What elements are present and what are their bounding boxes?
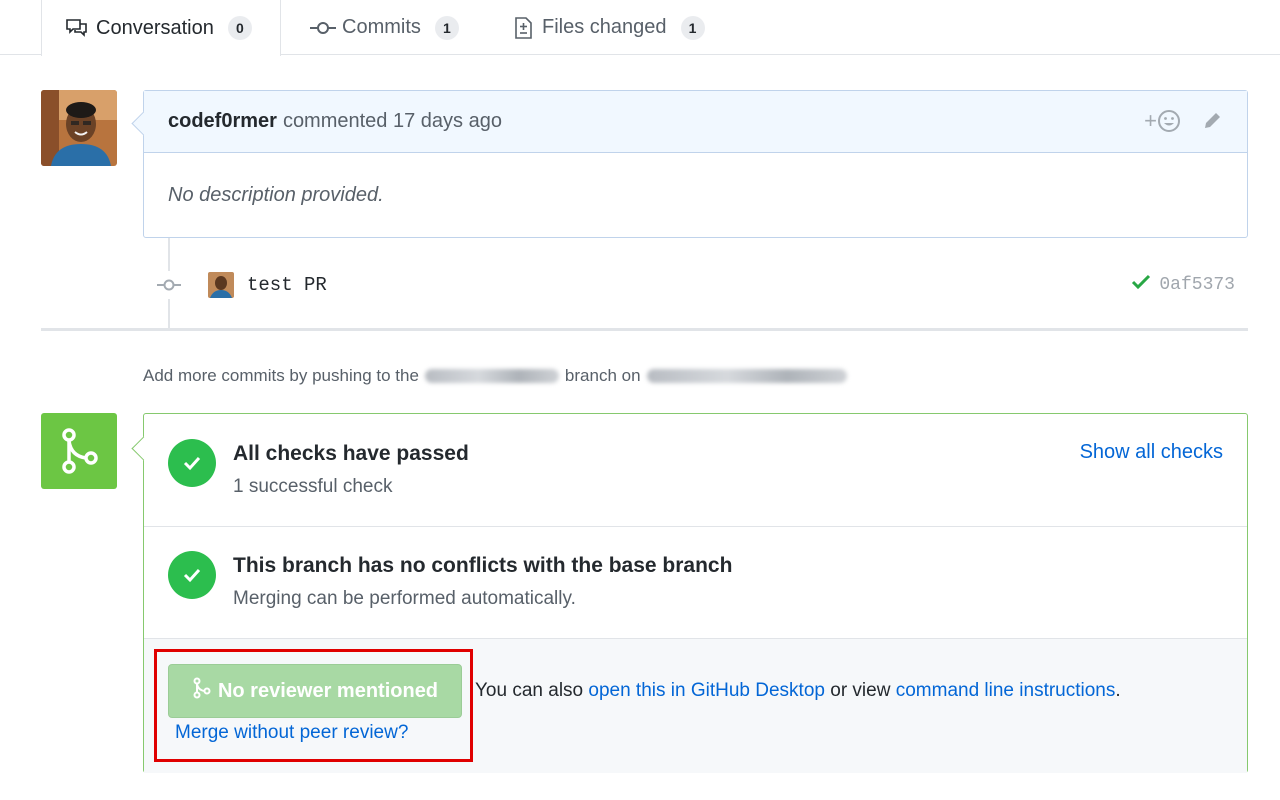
pr-tabs: Conversation 0 Commits 1 Files changed 1: [0, 0, 1280, 56]
check-circle-icon: [168, 439, 216, 487]
avatar[interactable]: [41, 90, 117, 166]
also-prefix: You can also: [475, 680, 584, 701]
diff-icon: [510, 16, 536, 39]
highlight-box: [154, 649, 473, 762]
commit-author-avatar[interactable]: [208, 272, 234, 298]
push-note-middle: branch on: [564, 366, 641, 385]
comment-header: codef0rmer commented 17 days ago +: [144, 91, 1247, 153]
command-line-instructions-link[interactable]: command line instructions: [896, 680, 1116, 701]
timeline-divider: [41, 328, 1248, 331]
comment-timestamp: commented 17 days ago: [282, 110, 502, 132]
tab-files-changed-count: 1: [680, 15, 705, 40]
checks-subtitle: 1 successful check: [233, 476, 393, 497]
conflicts-section: This branch has no conflicts with the ba…: [144, 527, 1247, 639]
checks-title: All checks have passed: [233, 442, 469, 465]
tab-commits[interactable]: Commits 1: [310, 0, 459, 55]
redacted-branch-name: [424, 369, 559, 383]
check-icon[interactable]: [1131, 273, 1151, 297]
redacted-repo-name: [646, 369, 847, 383]
push-note: Add more commits by pushing to the branc…: [143, 366, 853, 386]
period: .: [1115, 680, 1121, 701]
commit-sha-group: 0af5373: [1131, 273, 1235, 297]
comment-author[interactable]: codef0rmer: [168, 110, 277, 133]
commit-sha[interactable]: 0af5373: [1159, 275, 1235, 295]
merge-box: All checks have passed 1 successful chec…: [143, 413, 1248, 773]
comment-actions: +: [1144, 108, 1223, 134]
commit-row: test PR 0af5373: [155, 268, 1240, 302]
merge-status-icon: [41, 413, 117, 489]
tab-conversation[interactable]: Conversation 0: [41, 0, 281, 56]
tab-commits-count: 1: [434, 15, 459, 40]
check-circle-icon: [168, 551, 216, 599]
git-commit-icon: [155, 271, 183, 299]
push-note-prefix: Add more commits by pushing to the: [143, 366, 419, 385]
pr-description-comment: codef0rmer commented 17 days ago + No de…: [143, 90, 1248, 238]
checks-section: All checks have passed 1 successful chec…: [144, 414, 1247, 527]
show-all-checks-link[interactable]: Show all checks: [1080, 441, 1223, 464]
conflicts-title: This branch has no conflicts with the ba…: [233, 554, 733, 577]
tab-conversation-count: 0: [227, 16, 252, 40]
edit-pencil-icon[interactable]: [1201, 110, 1223, 132]
tab-files-changed[interactable]: Files changed 1: [510, 0, 705, 55]
commit-message[interactable]: test PR: [247, 274, 327, 296]
comment-body: No description provided.: [168, 183, 384, 206]
git-commit-icon: [310, 17, 336, 39]
tab-files-changed-label: Files changed: [542, 16, 667, 38]
tab-conversation-label: Conversation: [96, 16, 214, 39]
comment-discussion-icon: [64, 17, 90, 39]
open-in-desktop-link[interactable]: open this in GitHub Desktop: [588, 680, 825, 701]
or-view-text: or view: [830, 680, 891, 701]
merge-alternatives-text: You can also open this in GitHub Desktop…: [475, 680, 1121, 702]
add-reaction-icon[interactable]: +: [1144, 108, 1181, 134]
conflicts-subtitle: Merging can be performed automatically.: [233, 588, 576, 609]
tab-commits-label: Commits: [342, 16, 421, 38]
merge-action-section: No reviewer mentioned Merge without peer…: [144, 639, 1247, 773]
